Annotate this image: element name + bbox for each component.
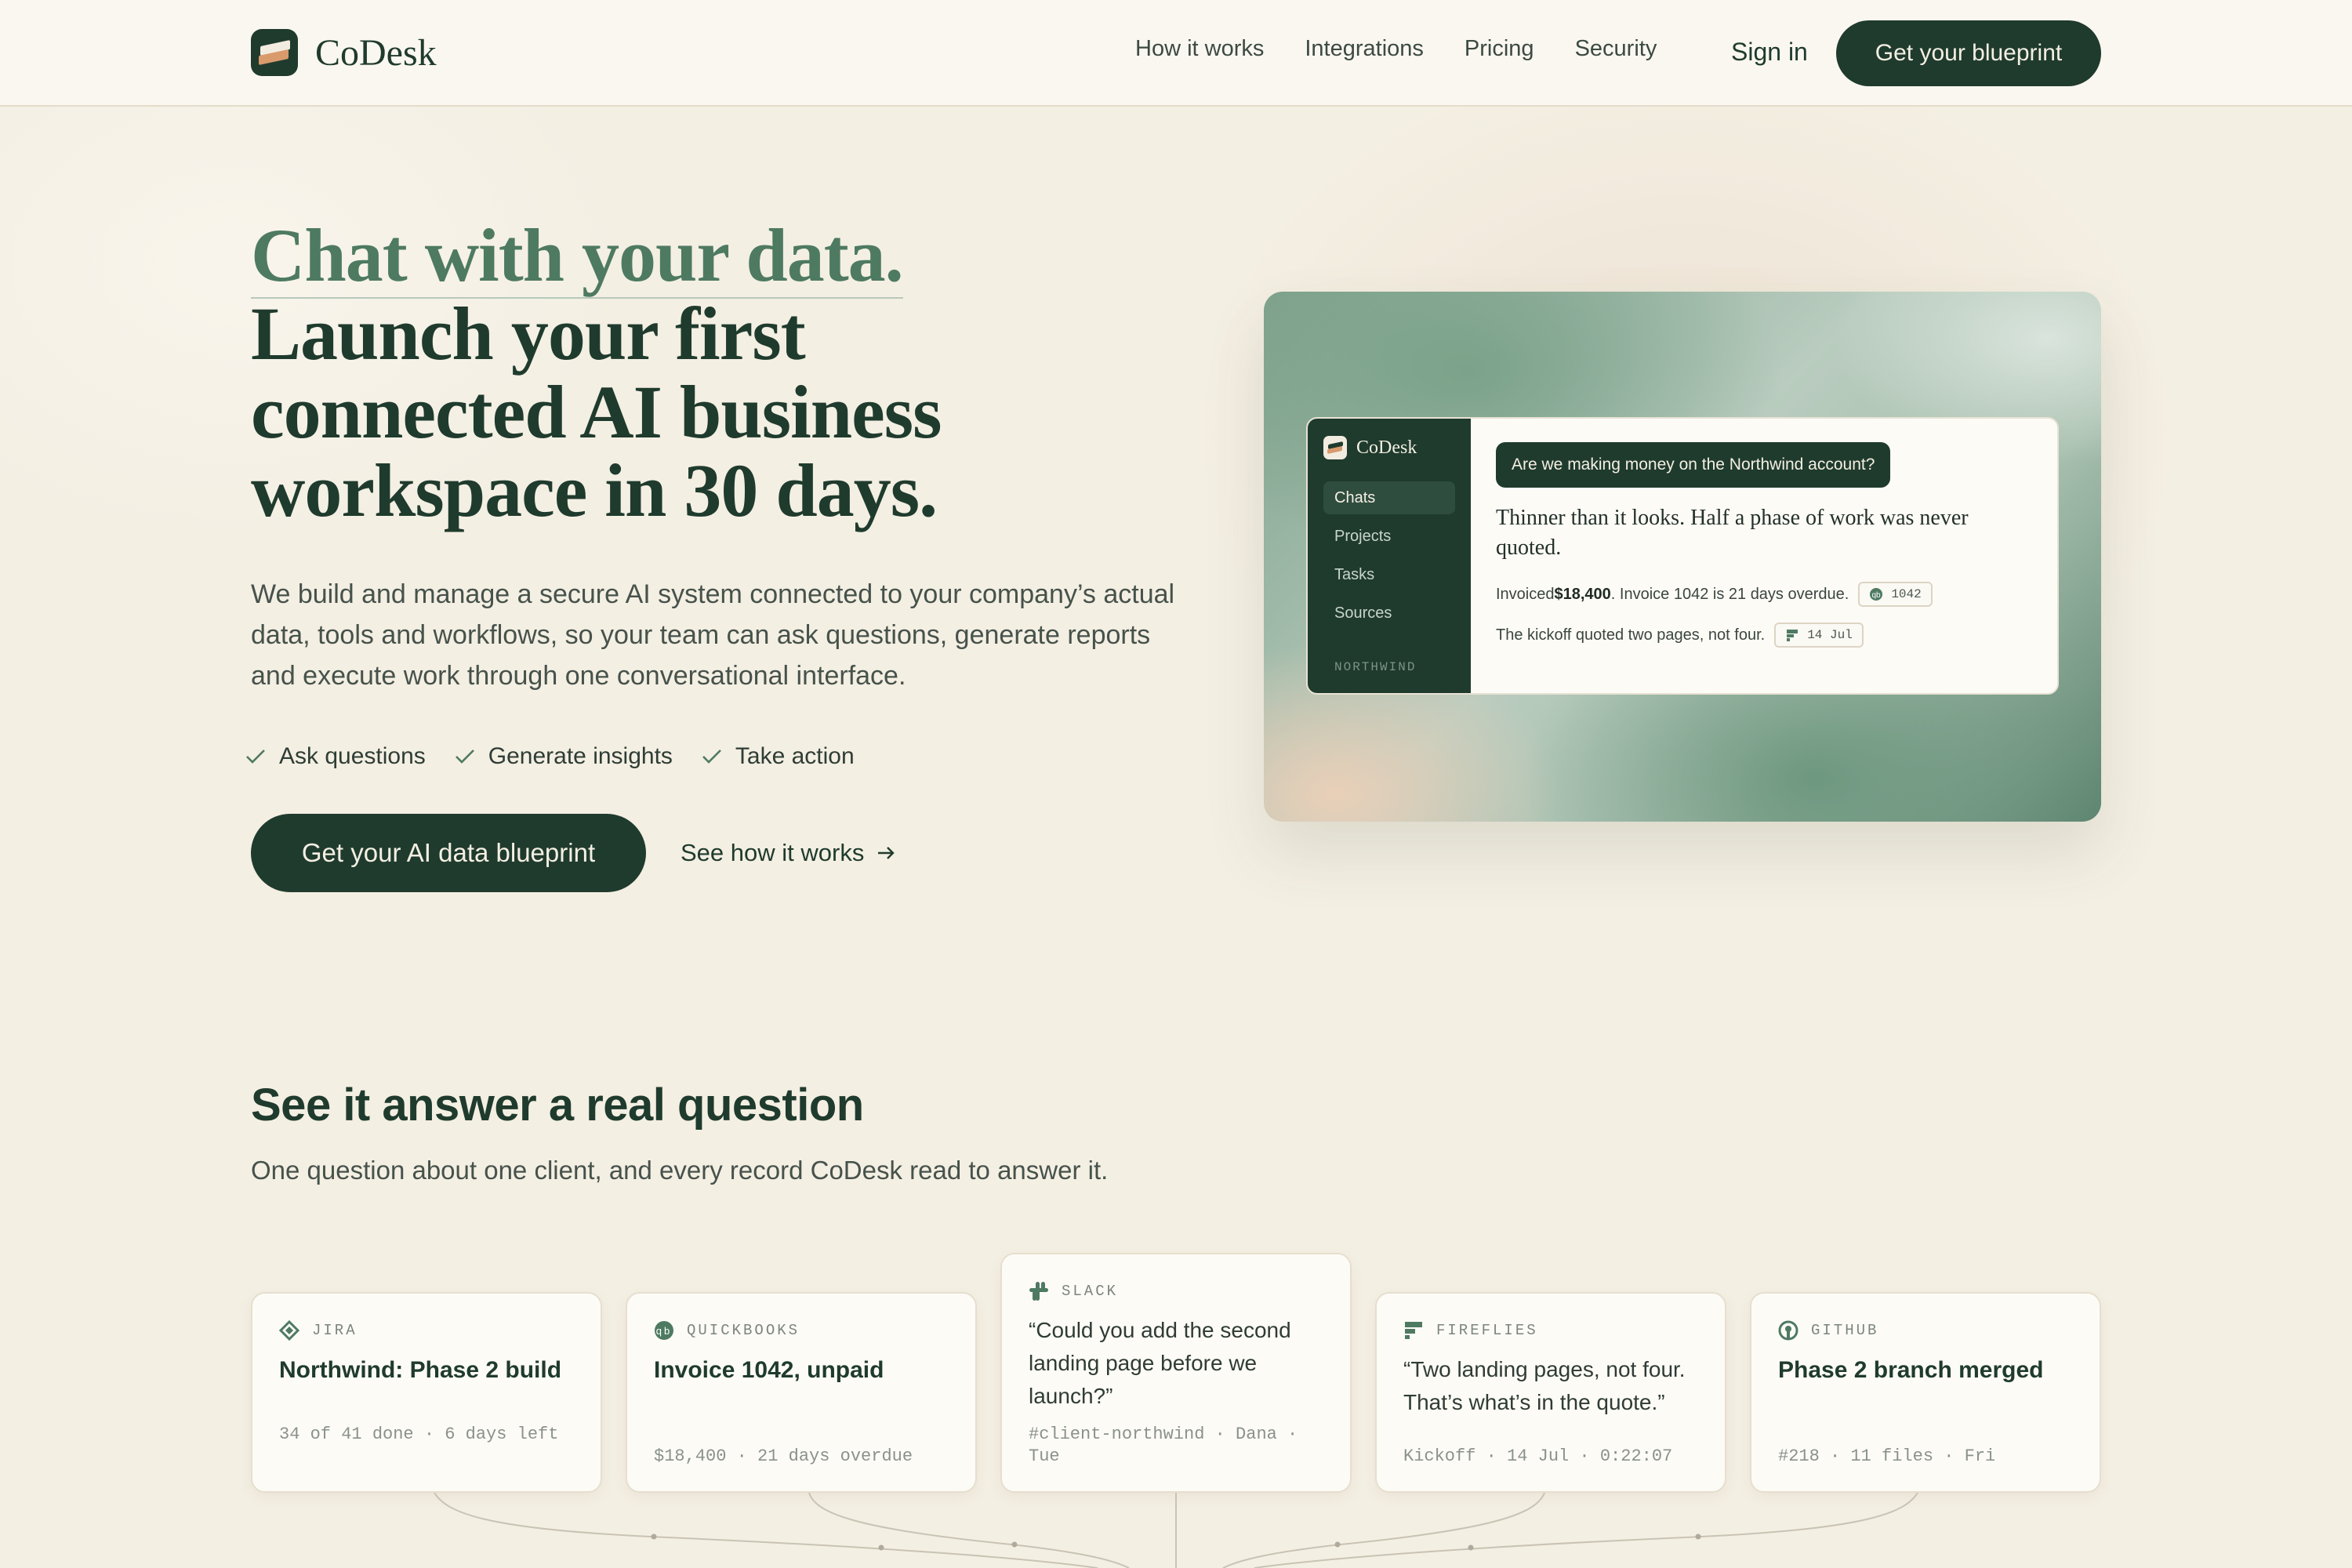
source-header: GITHUB (1778, 1320, 1878, 1341)
nav-link-pricing[interactable]: Pricing (1465, 36, 1534, 62)
app-nav-chats[interactable]: Chats (1323, 481, 1455, 514)
product-preview: CoDesk Chats Projects Tasks Sources NORT… (1264, 292, 2101, 822)
slack-icon (1029, 1282, 1048, 1301)
source-header: qb QUICKBOOKS (654, 1320, 800, 1341)
source-quote: “Two landing pages, not four. That’s wha… (1403, 1357, 1686, 1414)
source-card-fireflies[interactable]: FIREFLIES “Two landing pages, not four. … (1375, 1292, 1726, 1493)
source-connector-lines (434, 1492, 1918, 1568)
source-title: Invoice 1042, unpaid (654, 1357, 884, 1383)
app-window: CoDesk Chats Projects Tasks Sources NORT… (1306, 417, 2059, 695)
source-meta: #218 · 11 files · Fri (1778, 1446, 1996, 1466)
source-card-slack[interactable]: SLACK “Could you add the second landing … (1000, 1253, 1352, 1493)
jira-icon (279, 1320, 299, 1341)
codesk-logo-icon (1323, 436, 1347, 459)
hero-title: Chat with your data. Launch your first c… (251, 213, 1270, 532)
citation-chip-1042[interactable]: qb 1042 (1858, 582, 1933, 607)
brand-logo[interactable]: CoDesk (251, 28, 437, 77)
source-tool: SLACK (1062, 1283, 1119, 1300)
source-meta: Kickoff · 14 Jul · 0:22:07 (1403, 1446, 1673, 1466)
check-item-ask: Ask questions (245, 743, 426, 770)
top-nav: CoDesk How it works Integrations Pricing… (0, 0, 2352, 107)
source-card-jira[interactable]: JIRA Northwind: Phase 2 build 34 of 41 d… (251, 1292, 602, 1493)
app-nav-projects[interactable]: Projects (1323, 520, 1455, 553)
nav-links: How it works Integrations Pricing Securi… (1135, 36, 1657, 62)
check-label: Ask questions (279, 743, 426, 769)
quickbooks-icon: qb (655, 1321, 673, 1340)
fact-text: Invoiced (1496, 585, 1555, 603)
source-card-github[interactable]: GITHUB Phase 2 branch merged #218 · 11 f… (1750, 1292, 2101, 1493)
section-title: See it answer a real question (251, 1080, 864, 1131)
app-sidebar: CoDesk Chats Projects Tasks Sources NORT… (1308, 419, 1471, 693)
source-title: Northwind: Phase 2 build (279, 1357, 562, 1383)
citation-chip-14-jul[interactable]: 14 Jul (1774, 622, 1864, 648)
source-meta: 34 of 41 done · 6 days left (279, 1425, 559, 1444)
hero-title-rest: Launch your first connected AI business … (251, 292, 942, 532)
see-how-it-works-label: See how it works (681, 839, 865, 866)
app-nav-sources[interactable]: Sources (1323, 597, 1455, 630)
see-how-it-works-link[interactable]: See how it works (681, 839, 895, 867)
brand-name: CoDesk (315, 31, 437, 74)
checkmark-icon (246, 750, 265, 764)
fact-amount: $18,400 (1554, 585, 1611, 603)
nav-link-how-it-works[interactable]: How it works (1135, 36, 1264, 62)
question-bubble: Are we making money on the Northwind acc… (1496, 442, 1891, 488)
section-subtitle: One question about one client, and every… (251, 1156, 1109, 1185)
app-nav-tasks[interactable]: Tasks (1323, 558, 1455, 591)
check-label: Generate insights (488, 743, 673, 769)
nav-link-security[interactable]: Security (1575, 36, 1657, 62)
source-header: FIREFLIES (1403, 1320, 1538, 1341)
chip-label: 14 Jul (1807, 628, 1853, 642)
source-header: SLACK (1029, 1281, 1118, 1301)
quickbooks-icon: qb (1870, 588, 1883, 601)
codesk-logo-icon (251, 29, 298, 76)
source-card-quickbooks[interactable]: qb QUICKBOOKS Invoice 1042, unpaid $18,4… (626, 1292, 977, 1493)
get-blueprint-button[interactable]: Get your blueprint (1836, 20, 2101, 86)
fact-invoice: Invoiced $18,400. Invoice 1042 is 21 day… (1496, 582, 1933, 607)
source-tool: FIREFLIES (1436, 1322, 1538, 1339)
fact-text: The kickoff quoted two pages, not four. (1496, 626, 1766, 644)
sign-in-link[interactable]: Sign in (1731, 38, 1808, 67)
get-ai-blueprint-button[interactable]: Get your AI data blueprint (251, 814, 646, 892)
check-item-insights: Generate insights (454, 743, 673, 770)
fact-text: . Invoice 1042 is 21 days overdue. (1610, 585, 1849, 603)
hero-subtitle: We build and manage a secure AI system c… (251, 579, 1175, 691)
app-nav: Chats Projects Tasks Sources (1323, 481, 1455, 635)
source-title: Phase 2 branch merged (1778, 1357, 2044, 1383)
nav-link-integrations[interactable]: Integrations (1305, 36, 1424, 62)
chip-label: 1042 (1891, 587, 1922, 601)
source-meta: $18,400 · 21 days overdue (654, 1446, 913, 1466)
source-header: JIRA (279, 1320, 358, 1341)
fireflies-icon (1787, 630, 1798, 641)
hero-title-highlight: Chat with your data. (251, 213, 904, 299)
source-tool: QUICKBOOKS (687, 1322, 800, 1339)
source-quote: “Could you add the second landing page b… (1029, 1318, 1291, 1408)
app-brand: CoDesk (1323, 436, 1417, 459)
fireflies-icon (1405, 1322, 1422, 1339)
check-item-action: Take action (701, 743, 855, 770)
svg-text:qb: qb (1872, 591, 1882, 600)
checkmark-icon (455, 750, 474, 764)
workspace-label: NORTHWIND (1334, 660, 1417, 674)
svg-text:qb: qb (656, 1325, 672, 1337)
github-icon (1778, 1320, 1798, 1341)
answer-text: Thinner than it looks. Half a phase of w… (1496, 506, 1969, 560)
source-meta: #client-northwind · Dana · Tue (1029, 1425, 1298, 1466)
arrow-right-icon (878, 847, 895, 859)
app-brand-name: CoDesk (1356, 437, 1417, 458)
checkmark-icon (702, 750, 721, 764)
source-tool: JIRA (312, 1322, 358, 1339)
feature-checks: Ask questions Generate insights Take act… (245, 743, 855, 770)
check-label: Take action (735, 743, 855, 769)
fact-kickoff: The kickoff quoted two pages, not four. … (1496, 622, 1864, 648)
chat-panel: Are we making money on the Northwind acc… (1471, 419, 2057, 693)
source-tool: GITHUB (1811, 1322, 1879, 1339)
